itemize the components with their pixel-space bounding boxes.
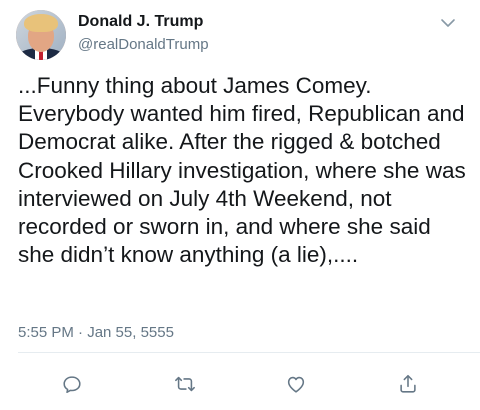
share-icon [397, 373, 419, 395]
like-button[interactable] [284, 372, 308, 396]
tweet-card: Donald J. Trump @realDonaldTrump ...Funn… [0, 0, 480, 410]
author-handle[interactable]: @realDonaldTrump [78, 36, 209, 53]
share-button[interactable] [396, 372, 420, 396]
chevron-down-icon[interactable] [436, 14, 460, 32]
retweet-icon [173, 373, 197, 395]
divider [18, 352, 480, 353]
retweet-button[interactable] [173, 372, 197, 396]
author-avatar[interactable] [16, 10, 66, 60]
tweet-timestamp[interactable]: 5:55 PM · Jan 55, 5555 [18, 324, 174, 341]
tweet-text: ...Funny thing about James Comey. Everyb… [18, 73, 472, 268]
reply-icon [61, 373, 83, 395]
heart-icon [285, 373, 307, 395]
author-display-name[interactable]: Donald J. Trump [78, 13, 203, 31]
reply-button[interactable] [60, 372, 84, 396]
